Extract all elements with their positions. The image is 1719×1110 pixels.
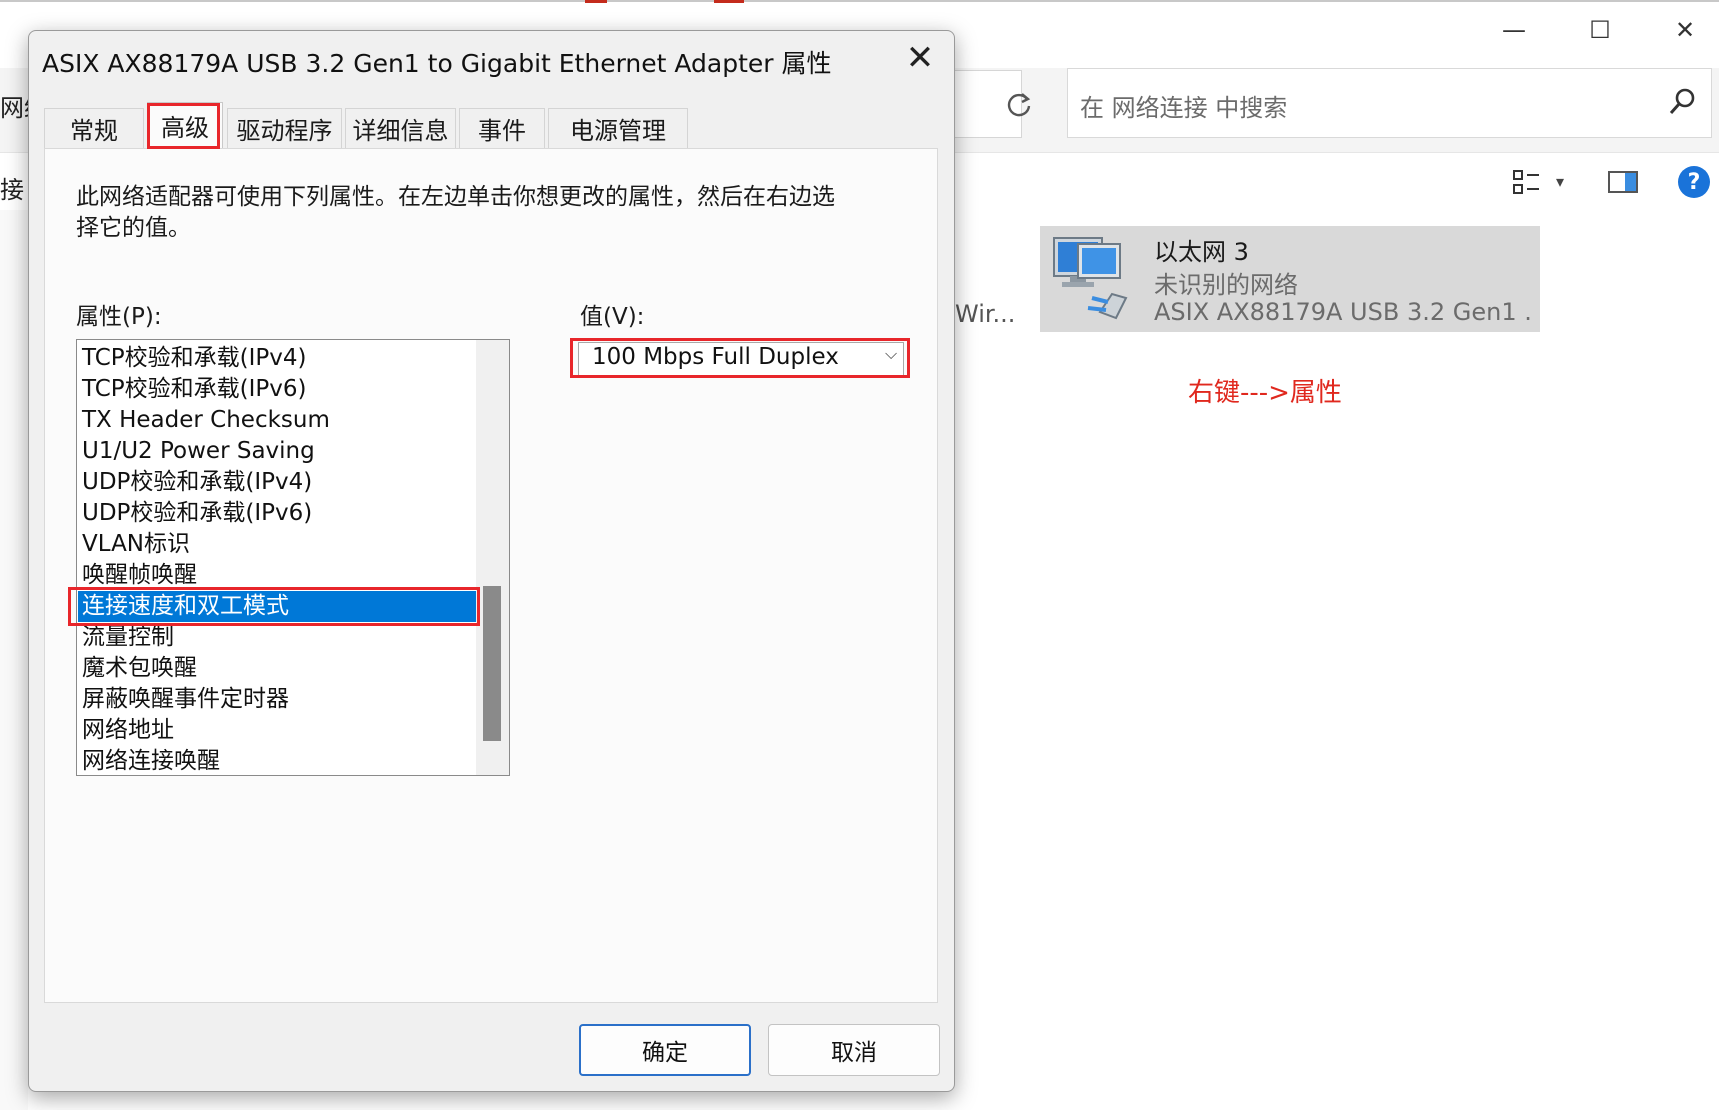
list-item[interactable]: 魔术包唤醒 — [80, 653, 472, 684]
annotation-note: 右键--->属性 — [1188, 378, 1342, 408]
close-icon[interactable]: ✕ — [898, 36, 942, 80]
preview-pane-icon[interactable] — [1608, 170, 1638, 194]
list-item[interactable]: 网络连接唤醒 — [80, 746, 472, 775]
maximize-button[interactable]: ☐ — [1566, 8, 1634, 52]
tab-driver[interactable]: 驱动程序 — [227, 108, 342, 148]
chevron-down-icon[interactable]: ▾ — [1556, 172, 1564, 191]
list-item[interactable]: 网络地址 — [80, 715, 472, 746]
list-item[interactable]: TCP校验和承载(IPv6) — [80, 374, 472, 405]
property-label: 属性(P): — [76, 304, 162, 330]
value-label: 值(V): — [580, 304, 645, 330]
search-icon[interactable] — [1666, 86, 1698, 118]
adapter-name: 以太网 3 — [1154, 238, 1249, 266]
annotation-highlight-property — [68, 587, 480, 626]
navigation-pane — [0, 210, 28, 1110]
minimize-button[interactable]: — — [1480, 8, 1548, 52]
ok-button[interactable]: 确定 — [579, 1024, 751, 1076]
list-item[interactable]: UDP校验和承载(IPv4) — [80, 467, 472, 498]
scrollbar-thumb[interactable] — [483, 586, 501, 741]
list-item[interactable]: VLAN标识 — [80, 529, 472, 560]
list-item[interactable]: UDP校验和承载(IPv6) — [80, 498, 472, 529]
refresh-icon[interactable] — [995, 83, 1043, 127]
list-item[interactable]: U1/U2 Power Saving — [80, 436, 472, 467]
help-icon[interactable]: ? — [1678, 166, 1710, 198]
nav-pane-fragment: 接 — [0, 176, 24, 204]
network-adapter-icon — [1048, 232, 1132, 324]
tab-power-management[interactable]: 电源管理 — [548, 108, 688, 148]
list-item[interactable]: TCP校验和承载(IPv4) — [80, 343, 472, 374]
wireless-adapter-label[interactable]: Wir... — [955, 300, 1015, 328]
advanced-description: 此网络适配器可使用下列属性。在左边单击你想更改的属性，然后在右边选择它的值。 — [76, 184, 835, 241]
adapter-status: 未识别的网络 — [1154, 271, 1298, 299]
taskbar-accent — [714, 0, 744, 3]
close-window-button[interactable]: ✕ — [1651, 8, 1719, 52]
list-item[interactable]: TX Header Checksum — [80, 405, 472, 436]
cancel-button[interactable]: 取消 — [768, 1024, 940, 1076]
tab-events[interactable]: 事件 — [459, 108, 545, 148]
tab-details[interactable]: 详细信息 — [345, 108, 456, 148]
tab-general[interactable]: 常规 — [44, 108, 144, 148]
list-item[interactable]: 屏蔽唤醒事件定时器 — [80, 684, 472, 715]
list-item[interactable]: 流量控制 — [80, 622, 472, 653]
adapter-device-name: ASIX AX88179A USB 3.2 Gen1 ... — [1154, 298, 1534, 326]
property-list[interactable]: TCP校验和承载(IPv4) TCP校验和承载(IPv6) TX Header … — [76, 339, 510, 776]
annotation-highlight-value — [570, 338, 910, 378]
annotation-highlight-tab — [147, 103, 220, 149]
view-options-icon[interactable] — [1512, 168, 1542, 196]
search-placeholder: 在 网络连接 中搜索 — [1080, 94, 1288, 122]
taskbar-accent — [585, 0, 607, 3]
dialog-title: ASIX AX88179A USB 3.2 Gen1 to Gigabit Et… — [42, 49, 832, 78]
